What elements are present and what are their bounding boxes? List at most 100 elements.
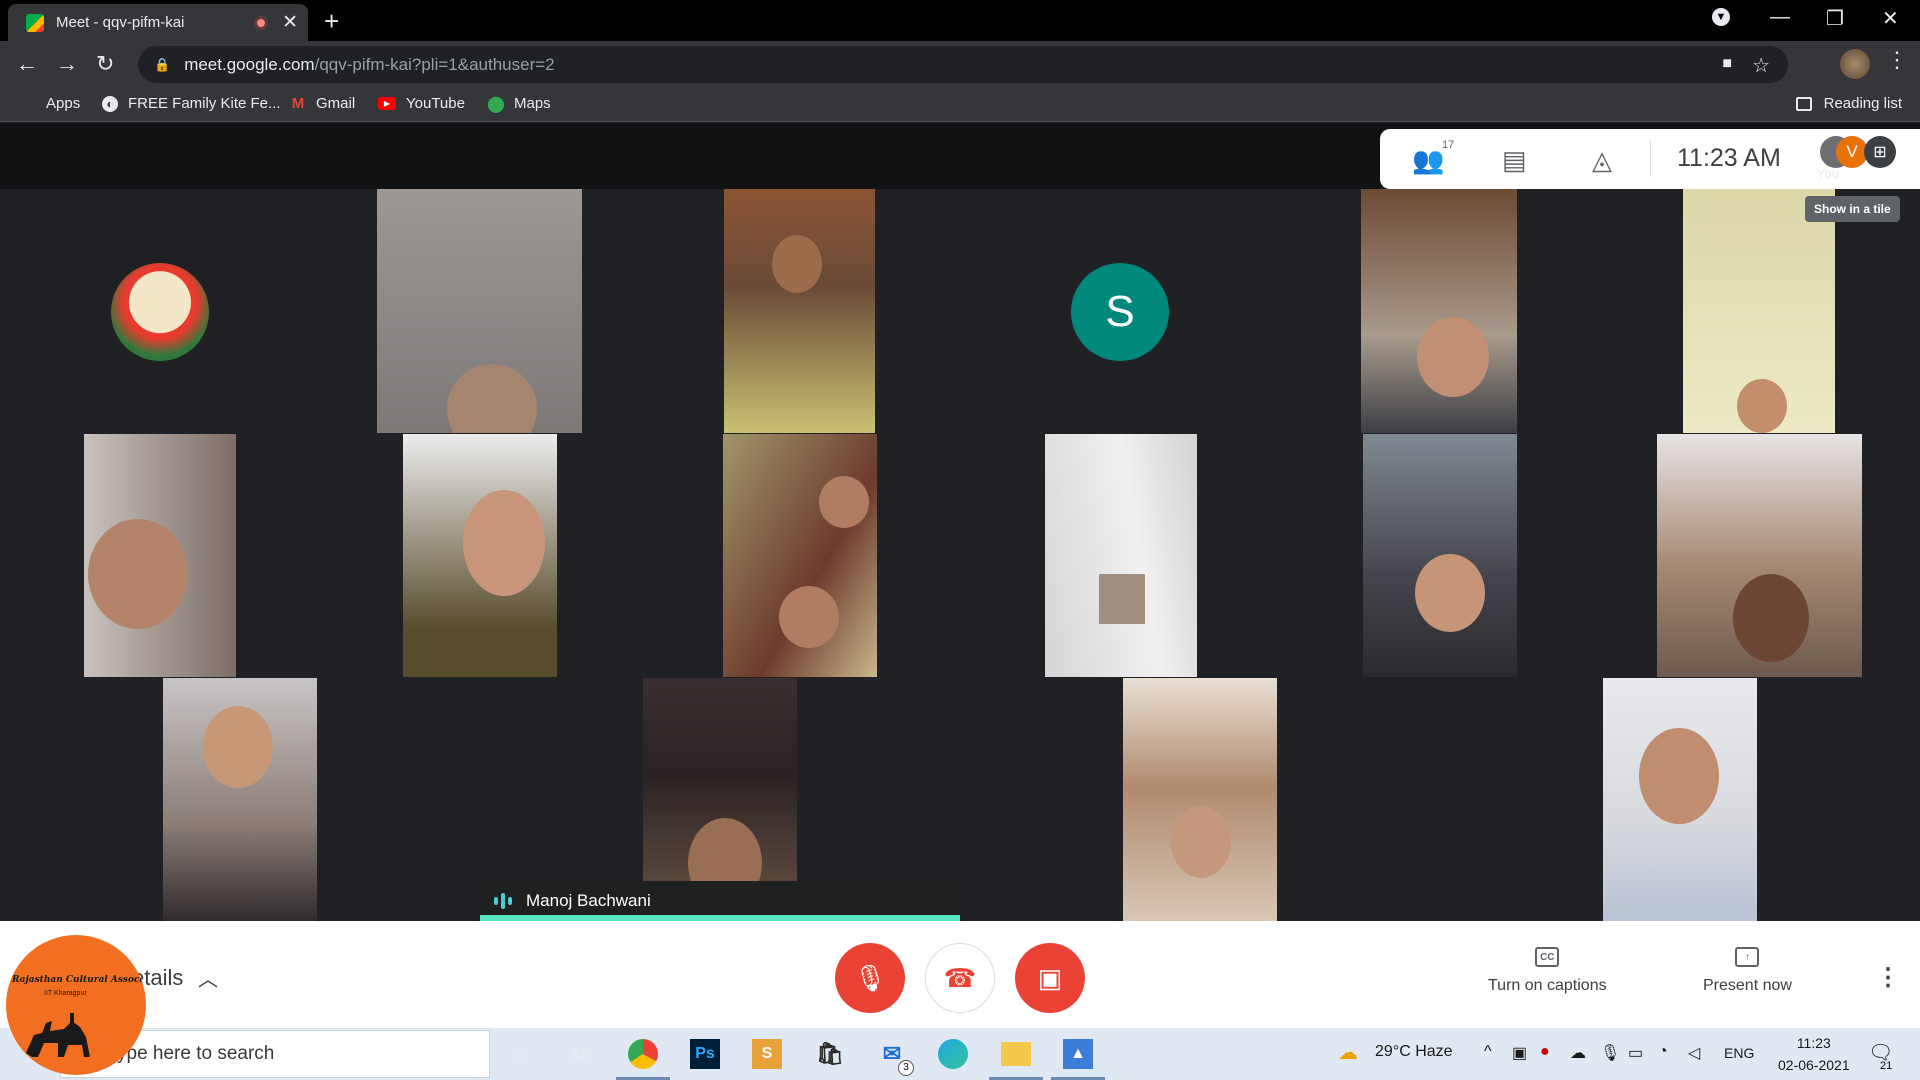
reading-list-label: Reading list (1823, 95, 1902, 112)
people-icon[interactable]: 👥 (1412, 145, 1444, 176)
tray-app-icon[interactable]: ▣ (1512, 1043, 1527, 1063)
windows-taskbar: ype here to search ○ ⧉ Ps S 🛍︎ ✉ 3 ▲ ☁ 2… (0, 1028, 1920, 1080)
more-options-icon[interactable]: ⋮ (1876, 963, 1900, 992)
bookmark-label: Maps (514, 95, 551, 112)
gmail-icon: M (291, 95, 305, 112)
cortana-icon[interactable]: ○ (505, 1039, 535, 1069)
recording-indicator-icon (254, 15, 269, 30)
participant-video-10[interactable] (1657, 434, 1862, 677)
meet-main: 👥 17 ▤ ◬ 11:23 AM S Manoj Bachwani (0, 123, 1920, 921)
address-bar[interactable]: 🔒 meet.google.com /qqv-pifm-kai?pli=1&au… (138, 46, 1788, 83)
tab-title: Meet - qqv-pifm-kai (56, 14, 185, 31)
lock-icon: 🔒 (154, 56, 171, 72)
bookmark-kite[interactable]: ◐ FREE Family Kite Fe... (102, 95, 281, 112)
present-icon: ↑ (1735, 947, 1760, 967)
participant-video-3[interactable] (1361, 189, 1517, 433)
photos-icon[interactable]: ▲ (1063, 1039, 1093, 1069)
chevron-up-icon[interactable]: ︿ (198, 963, 218, 992)
participant-video-5[interactable] (84, 434, 236, 677)
globe-icon: ◐ (102, 95, 118, 112)
sublime-icon[interactable]: S (752, 1039, 782, 1069)
participant-video-6[interactable] (403, 434, 557, 677)
camel-icon (26, 1013, 90, 1057)
activities-icon[interactable]: ◬ (1592, 145, 1612, 176)
close-tab-icon[interactable]: ✕ (282, 11, 298, 34)
participant-avatar-s[interactable]: S (1071, 263, 1169, 361)
mic-off-button[interactable]: 🎙︎ (835, 943, 905, 1013)
logo-line1: Rajasthan Cultural Association (12, 975, 146, 985)
logo-line2: IIT Kharagpur (44, 990, 87, 997)
store-icon[interactable]: 🛍︎ (815, 1039, 845, 1069)
bookmark-maps[interactable]: ⬤ Maps (487, 95, 551, 113)
camera-off-button[interactable]: ▣ (1015, 943, 1085, 1013)
captions-label: Turn on captions (1488, 977, 1607, 994)
apps-grid-icon (20, 96, 36, 112)
participant-video-8[interactable] (1045, 434, 1197, 677)
new-tab-button[interactable]: + (324, 6, 339, 37)
battery-icon[interactable]: ▭ (1628, 1043, 1643, 1063)
photoshop-icon[interactable]: Ps (690, 1039, 720, 1069)
notifications-badge: 21 (1880, 1060, 1893, 1072)
participant-video-9[interactable] (1363, 434, 1517, 677)
participant-video-1[interactable] (377, 189, 582, 433)
taskbar-time: 11:23 (1796, 1035, 1831, 1051)
chat-icon[interactable]: ▤ (1502, 145, 1527, 176)
bookmark-youtube[interactable]: ▶ YouTube (378, 95, 465, 112)
task-view-icon[interactable]: ⧉ (565, 1039, 595, 1069)
maps-icon: ⬤ (487, 95, 505, 113)
present-now-button[interactable]: ↑ Present now (1703, 947, 1792, 995)
participant-video-13[interactable] (1123, 678, 1277, 921)
restore-icon[interactable]: ❐ (1826, 6, 1844, 31)
volume-icon[interactable]: ◁ (1688, 1043, 1700, 1063)
participant-video-4[interactable] (1683, 189, 1835, 433)
tab-search-icon[interactable]: ▼ (1712, 8, 1730, 26)
forward-icon[interactable]: → (56, 51, 78, 77)
participant-video-14[interactable] (1603, 678, 1757, 921)
meet-controls: etails ︿ 🎙︎ ☎︎ ▣ CC Turn on captions ↑ P… (0, 921, 1920, 1028)
close-window-icon[interactable]: ✕ (1882, 6, 1899, 31)
weather-icon: ☁ (1338, 1042, 1358, 1064)
browser-toolbar: ← → ↻ 🔒 meet.google.com /qqv-pifm-kai?pl… (0, 41, 1920, 88)
wifi-icon[interactable]: ◔ (1658, 1043, 1668, 1061)
back-icon[interactable]: ← (16, 51, 38, 77)
url-path: /qqv-pifm-kai?pli=1&authuser=2 (314, 54, 555, 74)
tray-notify-icon[interactable]: ● (1540, 1043, 1550, 1061)
bookmark-label: Gmail (316, 95, 356, 112)
mic-off-icon: 🎙︎ (853, 962, 887, 993)
participant-video-11[interactable] (163, 678, 317, 921)
participant-video-7[interactable] (723, 434, 877, 677)
captions-button[interactable]: CC Turn on captions (1488, 947, 1607, 995)
bookmark-apps[interactable]: Apps (20, 95, 80, 112)
tray-overflow-icon[interactable]: ^ (1484, 1043, 1492, 1061)
leave-call-button[interactable]: ☎︎ (925, 943, 995, 1013)
bookmark-star-icon[interactable]: ☆ (1752, 53, 1770, 78)
cloud-icon[interactable]: ☁ (1570, 1043, 1586, 1063)
edge-icon[interactable] (938, 1039, 968, 1069)
info-divider (1650, 141, 1651, 177)
language-indicator[interactable]: ENG (1724, 1045, 1754, 1061)
chrome-menu-icon[interactable]: ⋮ (1886, 47, 1908, 73)
youtube-icon: ▶ (378, 97, 396, 110)
reading-list[interactable]: Reading list (1795, 95, 1902, 112)
weather-text[interactable]: 29°C Haze (1375, 1043, 1453, 1061)
reading-list-icon (1795, 96, 1812, 111)
microphone-icon[interactable]: 🎙︎ (1600, 1043, 1620, 1063)
tile-layout-icon[interactable]: ⊞ (1864, 136, 1896, 168)
browser-tab-strip: Meet - qqv-pifm-kai ✕ + ▼ — ❐ ✕ (0, 0, 1920, 41)
bookmark-gmail[interactable]: M Gmail (290, 95, 355, 112)
profile-avatar[interactable] (1840, 49, 1870, 79)
taskbar-clock[interactable]: 11:23 02-06-2021 (1778, 1032, 1850, 1076)
camera-in-use-icon[interactable]: ■ (1722, 55, 1732, 73)
reload-icon[interactable]: ↻ (96, 51, 114, 77)
chrome-taskbar-icon[interactable] (628, 1039, 658, 1069)
bookmark-label: YouTube (406, 95, 465, 112)
hangup-icon: ☎︎ (943, 962, 977, 993)
browser-tab[interactable]: Meet - qqv-pifm-kai ✕ (8, 4, 308, 41)
audio-level-icon (494, 893, 512, 909)
captions-icon: CC (1535, 947, 1560, 967)
minimize-icon[interactable]: — (1770, 6, 1790, 29)
participant-avatar-turban[interactable] (111, 263, 209, 361)
url-host: meet.google.com (184, 54, 315, 74)
file-explorer-icon[interactable] (1001, 1042, 1031, 1066)
participant-video-2[interactable] (724, 189, 875, 433)
